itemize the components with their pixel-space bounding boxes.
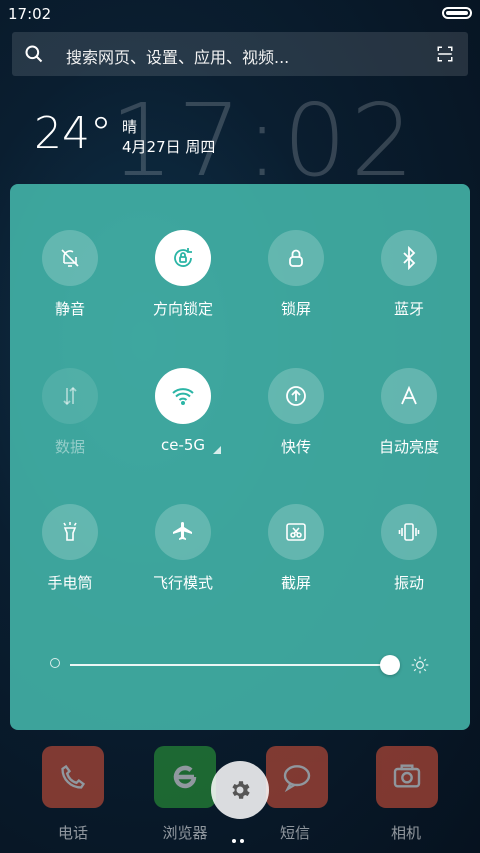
tile-mobile-data-button[interactable] <box>42 368 98 424</box>
dock-label-phone: 电话 <box>57 824 88 842</box>
tile-vibrate[interactable]: 振动 <box>353 504 465 614</box>
tile-mute[interactable]: 静音 <box>14 230 126 340</box>
quick-settings-panel: 静音 方向锁定 锁屏 蓝牙 数据 ce-5G 快传 自动亮度 手电筒 飞行模式 … <box>10 184 470 730</box>
tile-airplane-mode-button[interactable] <box>155 504 211 560</box>
tile-label: 自动亮度 <box>378 438 439 456</box>
brightness-max-icon <box>411 656 429 674</box>
tile-airplane-mode[interactable]: 飞行模式 <box>127 504 239 614</box>
brightness-slider-track[interactable] <box>70 664 390 666</box>
dock-label-sms: 短信 <box>279 824 310 842</box>
tile-label: 快传 <box>280 438 311 456</box>
tile-label: 截屏 <box>280 574 311 592</box>
rotation-lock-icon <box>174 248 192 267</box>
date-label: 4月27日 周四 <box>122 138 216 156</box>
lock-icon <box>289 249 303 267</box>
bell-off-icon <box>61 249 79 267</box>
mobile-data-icon <box>63 386 77 406</box>
tile-bluetooth[interactable]: 蓝牙 <box>353 230 465 340</box>
tile-label: 静音 <box>54 300 85 318</box>
tile-label: 振动 <box>393 574 424 592</box>
tile-wifi-button[interactable] <box>155 368 211 424</box>
tile-rotation-lock-button[interactable] <box>155 230 211 286</box>
bluetooth-icon <box>403 246 416 270</box>
tile-vibrate-button[interactable] <box>381 504 437 560</box>
tile-mobile-data[interactable]: 数据 <box>14 368 126 478</box>
flashlight-icon <box>63 522 77 541</box>
wifi-icon <box>172 388 194 405</box>
dock-camera-icon[interactable] <box>376 746 438 808</box>
gear-icon <box>232 781 250 799</box>
search-icon <box>25 45 43 63</box>
phone-icon <box>61 764 86 789</box>
tile-label: 锁屏 <box>280 300 311 318</box>
tile-quick-transfer-button[interactable] <box>268 368 324 424</box>
tile-screenshot[interactable]: 截屏 <box>240 504 352 614</box>
dropdown-triangle-icon[interactable] <box>213 446 221 454</box>
tile-rotation-lock[interactable]: 方向锁定 <box>127 230 239 340</box>
settings-button[interactable] <box>211 761 269 819</box>
screenshot-icon <box>286 523 306 541</box>
message-icon <box>283 765 311 793</box>
tile-auto-brightness-button[interactable] <box>381 368 437 424</box>
tile-quick-transfer[interactable]: 快传 <box>240 368 352 478</box>
tile-label: 方向锁定 <box>152 300 213 318</box>
search-placeholder[interactable]: 搜索网页、设置、应用、视频... <box>66 44 289 68</box>
tile-screenshot-button[interactable] <box>268 504 324 560</box>
status-bar: 17:02 <box>0 0 480 28</box>
tile-auto-brightness[interactable]: 自动亮度 <box>353 368 465 478</box>
airplane-icon <box>173 522 192 540</box>
vibrate-icon <box>398 523 420 541</box>
tile-lock-screen-button[interactable] <box>268 230 324 286</box>
tile-flashlight-button[interactable] <box>42 504 98 560</box>
dock-label-camera: 相机 <box>390 824 421 842</box>
browser-icon <box>173 765 197 789</box>
upload-icon <box>286 386 306 406</box>
tile-mute-button[interactable] <box>42 230 98 286</box>
tile-label: ce-5G <box>160 436 206 454</box>
dock-label-browser: 浏览器 <box>162 824 208 842</box>
temperature: 24° <box>34 108 112 159</box>
tile-label: 手电筒 <box>47 574 93 592</box>
dock-sms-icon[interactable] <box>266 746 328 808</box>
dock-browser-icon[interactable] <box>154 746 216 808</box>
weather-condition: 晴 <box>122 118 138 136</box>
dock-phone-icon[interactable] <box>42 746 104 808</box>
tile-wifi[interactable]: ce-5G <box>127 368 239 478</box>
tile-bluetooth-button[interactable] <box>381 230 437 286</box>
tile-label: 数据 <box>54 438 85 456</box>
brightness-slider-thumb[interactable] <box>380 655 400 675</box>
tile-label: 蓝牙 <box>393 300 424 318</box>
page-indicator <box>232 828 248 843</box>
status-time: 17:02 <box>8 5 52 23</box>
search-bar[interactable]: 搜索网页、设置、应用、视频... <box>12 32 468 76</box>
tile-lock-screen[interactable]: 锁屏 <box>240 230 352 340</box>
brightness-min-icon <box>50 658 60 668</box>
auto-brightness-icon <box>401 385 417 405</box>
battery-icon <box>442 7 472 19</box>
scan-icon[interactable] <box>436 45 454 63</box>
tile-flashlight[interactable]: 手电筒 <box>14 504 126 614</box>
tile-label: 飞行模式 <box>152 574 213 592</box>
camera-icon <box>393 764 421 788</box>
